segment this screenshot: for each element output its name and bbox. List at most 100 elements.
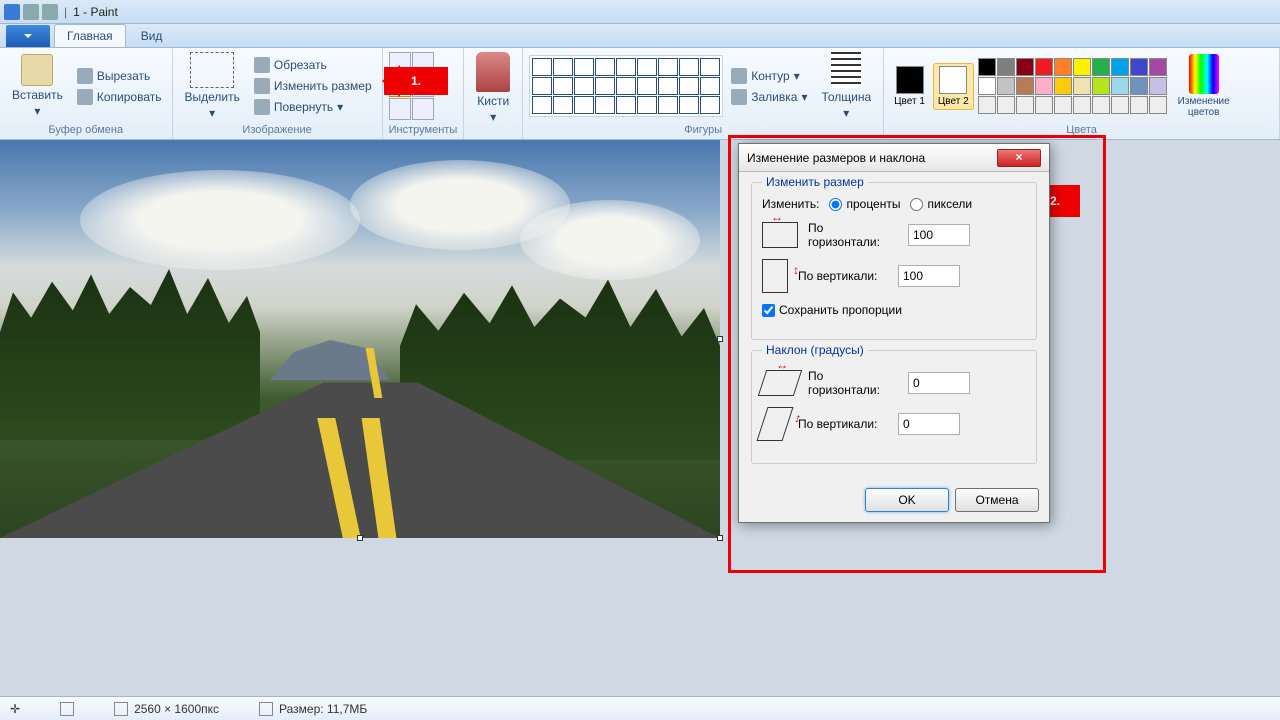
resize-fieldset: Изменить размер Изменить: проценты пиксе… <box>751 182 1037 340</box>
palette-swatch[interactable] <box>1092 96 1110 114</box>
dimensions-icon <box>114 702 128 716</box>
palette-swatch[interactable] <box>1092 77 1110 95</box>
picker-tool[interactable] <box>389 98 411 120</box>
cut-button[interactable]: Вырезать <box>73 66 166 86</box>
palette-swatch[interactable] <box>1073 77 1091 95</box>
save-icon[interactable] <box>4 4 20 20</box>
dialog-titlebar[interactable]: Изменение размеров и наклона × <box>739 144 1049 172</box>
fill-button[interactable]: Заливка ▾ <box>727 87 811 107</box>
skew-horiz-input[interactable] <box>908 372 970 394</box>
horizontal-icon <box>762 222 798 248</box>
resize-horiz-input[interactable] <box>908 224 970 246</box>
outline-icon <box>731 68 747 84</box>
palette-swatch[interactable] <box>1111 77 1129 95</box>
keep-aspect-checkbox[interactable]: Сохранить пропорции <box>762 303 902 317</box>
palette-swatch[interactable] <box>1035 58 1053 76</box>
palette-swatch[interactable] <box>1130 77 1148 95</box>
group-brushes: Кисти ▾ <box>464 48 523 139</box>
crop-icon <box>254 57 270 73</box>
ok-button[interactable]: OK <box>865 488 949 512</box>
palette-swatch[interactable] <box>1130 58 1148 76</box>
resize-icon <box>254 78 270 94</box>
group-shapes: Контур ▾ Заливка ▾ Толщина ▾ Фигуры <box>523 48 884 139</box>
thickness-button[interactable]: Толщина ▾ <box>815 50 877 122</box>
paste-button[interactable]: Вставить ▾ <box>6 52 69 120</box>
selection-icon <box>60 702 74 716</box>
palette-swatch[interactable] <box>978 77 996 95</box>
palette-swatch[interactable] <box>1149 77 1167 95</box>
tab-home[interactable]: Главная <box>54 24 126 47</box>
tab-view[interactable]: Вид <box>128 24 176 47</box>
dialog-title: Изменение размеров и наклона <box>747 151 925 165</box>
palette-swatch[interactable] <box>1073 96 1091 114</box>
percent-radio[interactable]: проценты <box>829 197 900 211</box>
palette-swatch[interactable] <box>1149 58 1167 76</box>
image-dimensions: 2560 × 1600пкс <box>114 702 219 716</box>
palette-swatch[interactable] <box>1111 58 1129 76</box>
file-size: Размер: 11,7МБ <box>259 702 367 716</box>
crop-button[interactable]: Обрезать <box>250 55 376 75</box>
dropdown-icon: ▾ <box>34 104 40 118</box>
palette-swatch[interactable] <box>1054 58 1072 76</box>
brushes-button[interactable]: Кисти ▾ <box>470 50 516 126</box>
resize-handle[interactable] <box>717 535 723 541</box>
disk-icon <box>259 702 273 716</box>
color2-swatch <box>939 66 967 94</box>
palette-swatch[interactable] <box>997 96 1015 114</box>
palette-swatch[interactable] <box>1016 96 1034 114</box>
rotate-button[interactable]: Повернуть ▾ <box>250 97 376 117</box>
color-palette[interactable] <box>978 58 1167 114</box>
palette-swatch[interactable] <box>1092 58 1110 76</box>
group-tools-label: Инструменты <box>389 122 458 139</box>
resize-vert-input[interactable] <box>898 265 960 287</box>
quick-access-toolbar <box>4 4 58 20</box>
palette-swatch[interactable] <box>978 96 996 114</box>
resize-handle[interactable] <box>717 336 723 342</box>
cancel-button[interactable]: Отмена <box>955 488 1039 512</box>
dropdown-icon: ▾ <box>490 110 496 124</box>
palette-swatch[interactable] <box>1054 96 1072 114</box>
dropdown-icon: ▾ <box>209 106 215 120</box>
pixels-radio[interactable]: пиксели <box>910 197 972 211</box>
vertical-icon <box>762 259 788 293</box>
palette-swatch[interactable] <box>1016 77 1034 95</box>
skew-vert-label: По вертикали: <box>798 417 888 431</box>
color1-button[interactable]: Цвет 1 <box>890 64 929 109</box>
palette-swatch[interactable] <box>978 58 996 76</box>
palette-swatch[interactable] <box>1149 96 1167 114</box>
shapes-gallery[interactable] <box>529 55 723 117</box>
color2-button[interactable]: Цвет 2 <box>933 63 974 110</box>
select-button[interactable]: Выделить ▾ <box>179 50 246 122</box>
outline-button[interactable]: Контур ▾ <box>727 66 811 86</box>
resize-button[interactable]: Изменить размер <box>250 76 376 96</box>
palette-swatch[interactable] <box>1035 77 1053 95</box>
zoom-tool[interactable] <box>412 98 434 120</box>
palette-swatch[interactable] <box>1016 58 1034 76</box>
group-image-label: Изображение <box>179 122 376 139</box>
canvas-image[interactable] <box>0 140 720 538</box>
skew-horiz-label: По горизонтали: <box>808 369 898 397</box>
thickness-icon <box>831 52 861 88</box>
palette-swatch[interactable] <box>1035 96 1053 114</box>
resize-handle[interactable] <box>357 535 363 541</box>
resize-horiz-label: По горизонтали: <box>808 221 898 249</box>
dropdown-icon: ▾ <box>843 106 849 120</box>
palette-swatch[interactable] <box>997 58 1015 76</box>
cursor-position: ✛ <box>10 702 20 716</box>
palette-swatch[interactable] <box>1111 96 1129 114</box>
group-image: Выделить ▾ Обрезать Изменить размер Пове… <box>173 48 383 139</box>
dialog-close-button[interactable]: × <box>997 149 1041 167</box>
skew-vert-input[interactable] <box>898 413 960 435</box>
redo-icon[interactable] <box>42 4 58 20</box>
palette-swatch[interactable] <box>1073 58 1091 76</box>
brush-icon <box>476 52 510 92</box>
title-divider: | <box>64 5 67 19</box>
undo-icon[interactable] <box>23 4 39 20</box>
palette-swatch[interactable] <box>997 77 1015 95</box>
edit-colors-button[interactable]: Изменение цветов <box>1171 52 1237 120</box>
resize-skew-dialog: Изменение размеров и наклона × Изменить … <box>738 143 1050 523</box>
palette-swatch[interactable] <box>1054 77 1072 95</box>
file-menu-button[interactable] <box>6 25 50 47</box>
palette-swatch[interactable] <box>1130 96 1148 114</box>
copy-button[interactable]: Копировать <box>73 87 166 107</box>
